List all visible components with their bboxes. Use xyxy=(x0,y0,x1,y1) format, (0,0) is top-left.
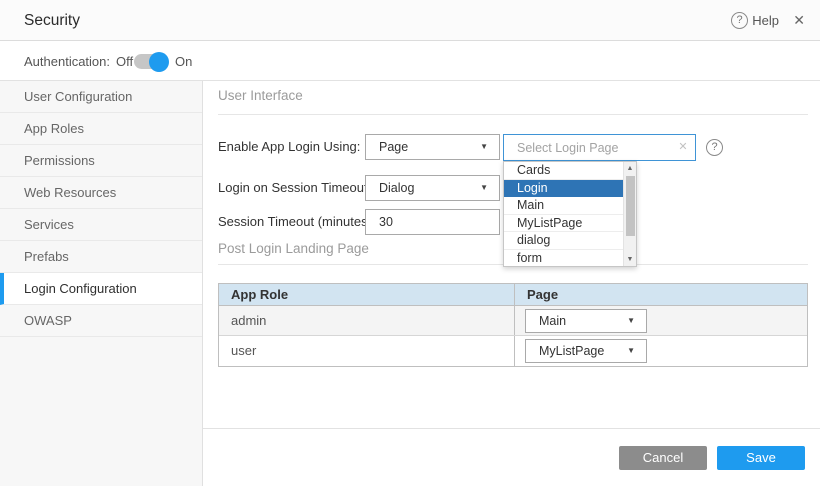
sidebar-item-web-resources[interactable]: Web Resources xyxy=(0,177,202,209)
scrollbar-thumb[interactable] xyxy=(626,176,635,236)
sidebar-item-prefabs[interactable]: Prefabs xyxy=(0,241,202,273)
sidebar-item-user-configuration[interactable]: User Configuration xyxy=(0,81,202,113)
sidebar-item-owasp[interactable]: OWASP xyxy=(0,305,202,337)
scroll-up-icon[interactable]: ▲ xyxy=(624,165,636,172)
enable-app-login-label: Enable App Login Using: xyxy=(218,134,360,160)
section-heading-user-interface: User Interface xyxy=(218,88,303,103)
cancel-button[interactable]: Cancel xyxy=(619,446,707,470)
clear-icon[interactable]: ✕ xyxy=(673,134,693,161)
column-header-page: Page xyxy=(514,284,807,305)
caret-down-icon: ▼ xyxy=(627,340,635,362)
dropdown-option-login[interactable]: Login xyxy=(504,180,623,198)
login-page-dropdown: Cards Login Main MyListPage dialog form … xyxy=(503,161,637,267)
scroll-down-icon[interactable]: ▼ xyxy=(624,256,636,263)
dropdown-option-mylistpage[interactable]: MyListPage xyxy=(504,215,623,233)
select-value: Page xyxy=(379,135,408,159)
admin-page-select[interactable]: Main ▼ xyxy=(525,309,647,333)
authentication-toggle[interactable] xyxy=(134,54,166,69)
dropdown-option-main[interactable]: Main xyxy=(504,197,623,215)
sidebar-item-login-configuration[interactable]: Login Configuration xyxy=(0,273,202,305)
table-header-row: App Role Page xyxy=(219,284,807,306)
sidebar: User Configuration App Roles Permissions… xyxy=(0,81,203,486)
app-role-cell: user xyxy=(219,336,514,366)
dropdown-scrollbar[interactable]: ▲ ▼ xyxy=(623,162,636,266)
footer-divider xyxy=(203,428,820,429)
page-cell: Main ▼ xyxy=(514,306,807,335)
help-link[interactable]: Help xyxy=(752,0,779,41)
save-button[interactable]: Save xyxy=(717,446,805,470)
session-timeout-login-select[interactable]: Dialog ▼ xyxy=(365,175,500,201)
page-cell: MyListPage ▼ xyxy=(514,336,807,366)
table-row: admin Main ▼ xyxy=(219,306,807,336)
authentication-label: Authentication: xyxy=(24,42,110,81)
table-row: user MyListPage ▼ xyxy=(219,336,807,366)
session-timeout-minutes-label: Session Timeout (minutes): xyxy=(218,209,376,235)
help-icon[interactable]: ? xyxy=(731,12,748,29)
session-timeout-login-label: Login on Session Timeout: xyxy=(218,175,371,201)
section-heading-post-login: Post Login Landing Page xyxy=(218,241,369,256)
select-value: Dialog xyxy=(379,176,414,200)
security-dialog: Security ? Help ✕ Authentication: Off On… xyxy=(0,0,820,486)
select-value: MyListPage xyxy=(539,340,604,362)
column-header-app-role: App Role xyxy=(219,284,514,305)
dropdown-option-cards[interactable]: Cards xyxy=(504,162,623,180)
enable-app-login-select[interactable]: Page ▼ xyxy=(365,134,500,160)
caret-down-icon: ▼ xyxy=(480,135,488,159)
app-role-cell: admin xyxy=(219,306,514,335)
caret-down-icon: ▼ xyxy=(480,176,488,200)
select-value: Main xyxy=(539,310,566,332)
authentication-row: Authentication: Off On xyxy=(0,42,820,81)
sidebar-item-services[interactable]: Services xyxy=(0,209,202,241)
toggle-knob-icon xyxy=(149,52,169,72)
caret-down-icon: ▼ xyxy=(627,310,635,332)
session-timeout-minutes-input[interactable] xyxy=(365,209,500,235)
user-page-select[interactable]: MyListPage ▼ xyxy=(525,339,647,363)
content-panel: User Interface Enable App Login Using: P… xyxy=(203,81,820,486)
close-icon[interactable]: ✕ xyxy=(793,0,805,41)
sidebar-item-permissions[interactable]: Permissions xyxy=(0,145,202,177)
dropdown-option-dialog[interactable]: dialog xyxy=(504,232,623,250)
toggle-on-label: On xyxy=(175,42,192,81)
divider xyxy=(218,114,808,115)
field-help-icon[interactable]: ? xyxy=(706,139,723,156)
sidebar-item-app-roles[interactable]: App Roles xyxy=(0,113,202,145)
dropdown-option-form[interactable]: form xyxy=(504,250,623,267)
landing-page-table: App Role Page admin Main ▼ user MyListPa… xyxy=(218,283,808,367)
toggle-off-label: Off xyxy=(116,42,133,81)
page-title: Security xyxy=(24,0,80,41)
dialog-header: Security ? Help ✕ xyxy=(0,0,820,41)
login-page-search-input[interactable] xyxy=(503,134,696,161)
